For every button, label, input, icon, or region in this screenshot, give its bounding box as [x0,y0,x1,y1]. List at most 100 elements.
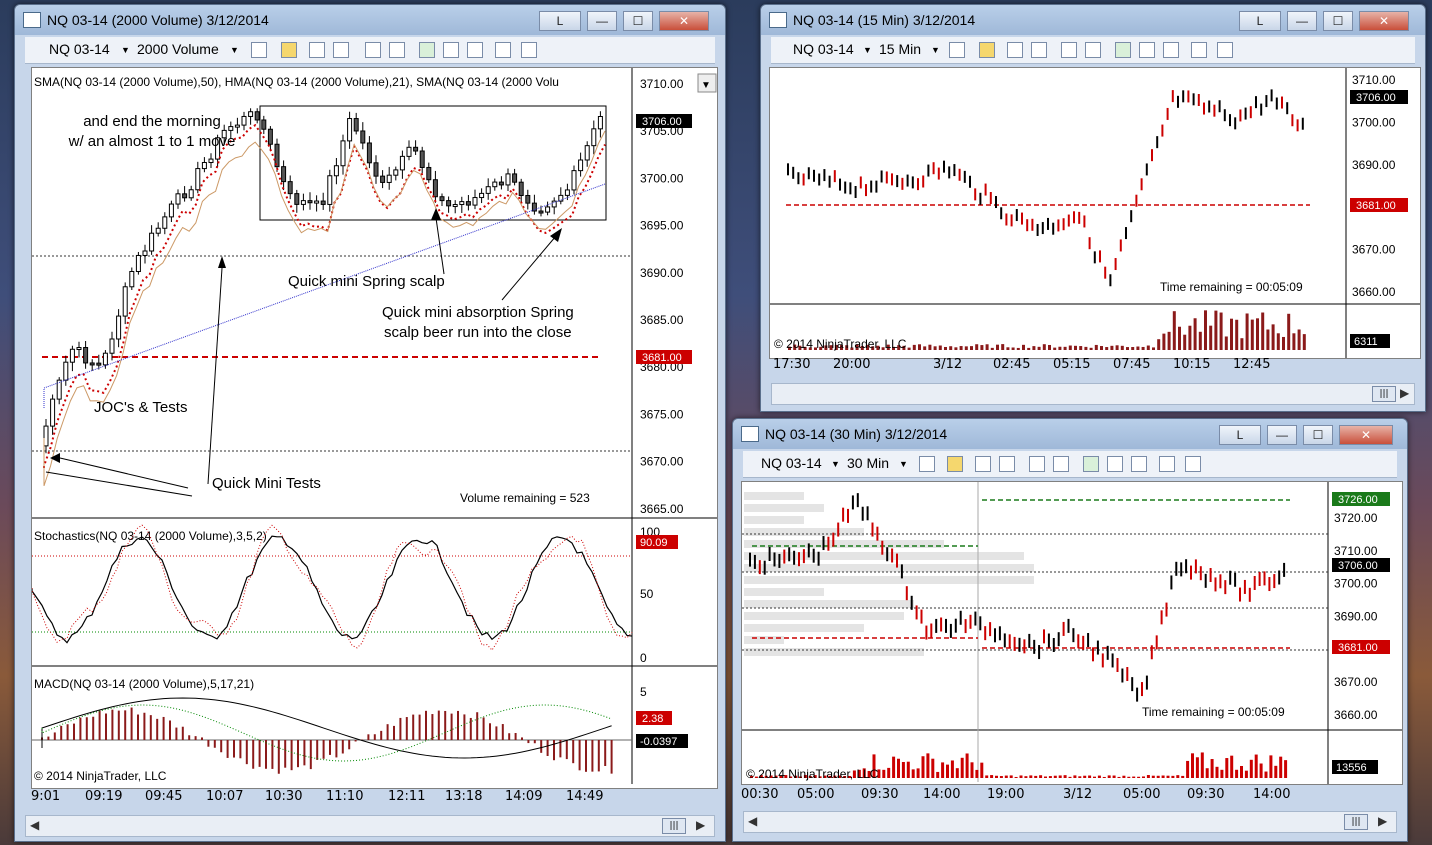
indicators-icon[interactable] [1083,456,1099,472]
close-button[interactable]: ✕ [659,11,709,31]
crosshair-icon[interactable] [365,42,381,58]
zoom-out-icon[interactable] [333,42,349,58]
volume-bar [1094,344,1098,350]
scroll-right-icon[interactable]: ▶ [696,818,705,832]
link-button[interactable]: L [1219,425,1261,445]
horizontal-scrollbar[interactable]: ◀ ||| ▶ [25,815,715,837]
instrument-selector[interactable]: NQ 03-14 [761,455,822,471]
chart-toolbar: NQ 03-14 ▼ 30 Min ▼ [743,451,1397,478]
period-selector[interactable]: 2000 Volume [137,41,219,57]
chevron-down-icon[interactable]: ▼ [701,80,711,91]
pencil-icon[interactable] [281,42,297,58]
zoom-in-icon[interactable] [1007,42,1023,58]
title-bar[interactable]: NQ 03-14 (2000 Volume) 3/12/2014 L — ☐ ✕ [15,5,725,35]
minimize-button[interactable]: — [1287,11,1317,31]
bar-style-icon[interactable] [251,42,267,58]
strategies-icon[interactable] [1139,42,1155,58]
scroll-thumb[interactable]: ||| [1372,386,1396,402]
scroll-thumb[interactable]: ||| [1344,814,1368,830]
scroll-left-icon[interactable]: ◀ [30,818,39,832]
candle-body [498,181,504,186]
instrument-selector[interactable]: NQ 03-14 [793,41,854,57]
profile-bar [744,624,864,632]
pencil-icon[interactable] [947,456,963,472]
zoom-out-icon[interactable] [999,456,1015,472]
title-bar[interactable]: NQ 03-14 (15 Min) 3/12/2014 L — ☐ ✕ [761,5,1425,35]
maximize-button[interactable]: ☐ [1303,425,1333,445]
title-bar[interactable]: NQ 03-14 (30 Min) 3/12/2014 L — ☐ ✕ [733,419,1407,449]
profile-bar [744,552,1024,560]
data-box-icon[interactable] [495,42,511,58]
data-box-icon[interactable] [1191,42,1207,58]
crosshair-icon[interactable] [1029,456,1045,472]
period-selector[interactable]: 15 Min [879,41,921,57]
magnifier-icon[interactable] [389,42,405,58]
bar-style-icon[interactable] [919,456,935,472]
properties-icon[interactable] [521,42,537,58]
minimize-button[interactable]: — [1267,425,1297,445]
magnifier-icon[interactable] [1053,456,1069,472]
zoom-in-icon[interactable] [309,42,325,58]
indicators-icon[interactable] [1115,42,1131,58]
chart-trader-icon[interactable] [467,42,483,58]
candle-body [89,362,95,366]
period-dropdown-icon[interactable]: ▼ [899,459,908,469]
horizontal-scrollbar[interactable]: ◀ ||| ▶ [743,811,1397,833]
zoom-out-icon[interactable] [1031,42,1047,58]
close-button[interactable]: ✕ [1339,425,1393,445]
chart-panel-main[interactable]: and end the morning w/ an almost 1 to 1 … [31,67,718,789]
pencil-icon[interactable] [979,42,995,58]
candle-body [314,200,320,204]
chart-panel-30min[interactable]: Time remaining = 00:05:09 © 2014 NinjaTr… [741,481,1403,785]
period-dropdown-icon[interactable]: ▼ [931,45,940,55]
zoom-in-icon[interactable] [975,456,991,472]
maximize-button[interactable]: ☐ [623,11,653,31]
scroll-left-icon[interactable]: ◀ [748,814,757,828]
link-button[interactable]: L [539,11,581,31]
magnifier-icon[interactable] [1085,42,1101,58]
candle-body [465,201,471,206]
scroll-right-icon[interactable]: ▶ [1378,814,1387,828]
candle-body [261,119,267,130]
volume-bar [999,776,1003,778]
stoch-k-line [31,535,633,644]
strategies-icon[interactable] [443,42,459,58]
stoch-tag-text: 90.09 [640,537,668,549]
candle-body [413,146,419,152]
close-button[interactable]: ✕ [1359,11,1409,31]
volume-bar [1235,769,1239,778]
chart-trader-icon[interactable] [1131,456,1147,472]
candle-body [538,210,544,214]
period-selector[interactable]: 30 Min [847,455,889,471]
maximize-button[interactable]: ☐ [1323,11,1353,31]
instrument-selector[interactable]: NQ 03-14 [49,41,110,57]
chart-panel-15min[interactable]: Time remaining = 00:05:09 © 2014 NinjaTr… [769,67,1421,359]
candle-body [43,425,49,447]
scroll-thumb[interactable]: ||| [662,818,686,834]
properties-icon[interactable] [1217,42,1233,58]
properties-icon[interactable] [1185,456,1201,472]
instrument-dropdown-icon[interactable]: ▼ [121,45,130,55]
volume-bar [990,347,994,350]
bar-style-icon[interactable] [949,42,965,58]
time-label: 12:45 [1233,357,1271,372]
horizontal-scrollbar[interactable]: ||| ▶ [771,383,1415,405]
instrument-dropdown-icon[interactable]: ▼ [831,459,840,469]
volume-bar [1029,775,1033,778]
indicators-icon[interactable] [419,42,435,58]
time-label: 3/12 [1063,787,1093,802]
link-button[interactable]: L [1239,11,1281,31]
minimize-button[interactable]: — [587,11,617,31]
macd-line [41,697,612,759]
candle-body [168,203,174,218]
data-box-icon[interactable] [1159,456,1175,472]
scroll-right-icon[interactable]: ▶ [1400,386,1409,400]
volume-bar [1162,333,1166,350]
instrument-dropdown-icon[interactable]: ▼ [863,45,872,55]
chart-trader-icon[interactable] [1163,42,1179,58]
strategies-icon[interactable] [1107,456,1123,472]
crosshair-icon[interactable] [1061,42,1077,58]
volume-bar [990,775,994,778]
volume-bar [1287,313,1291,350]
period-dropdown-icon[interactable]: ▼ [230,45,239,55]
